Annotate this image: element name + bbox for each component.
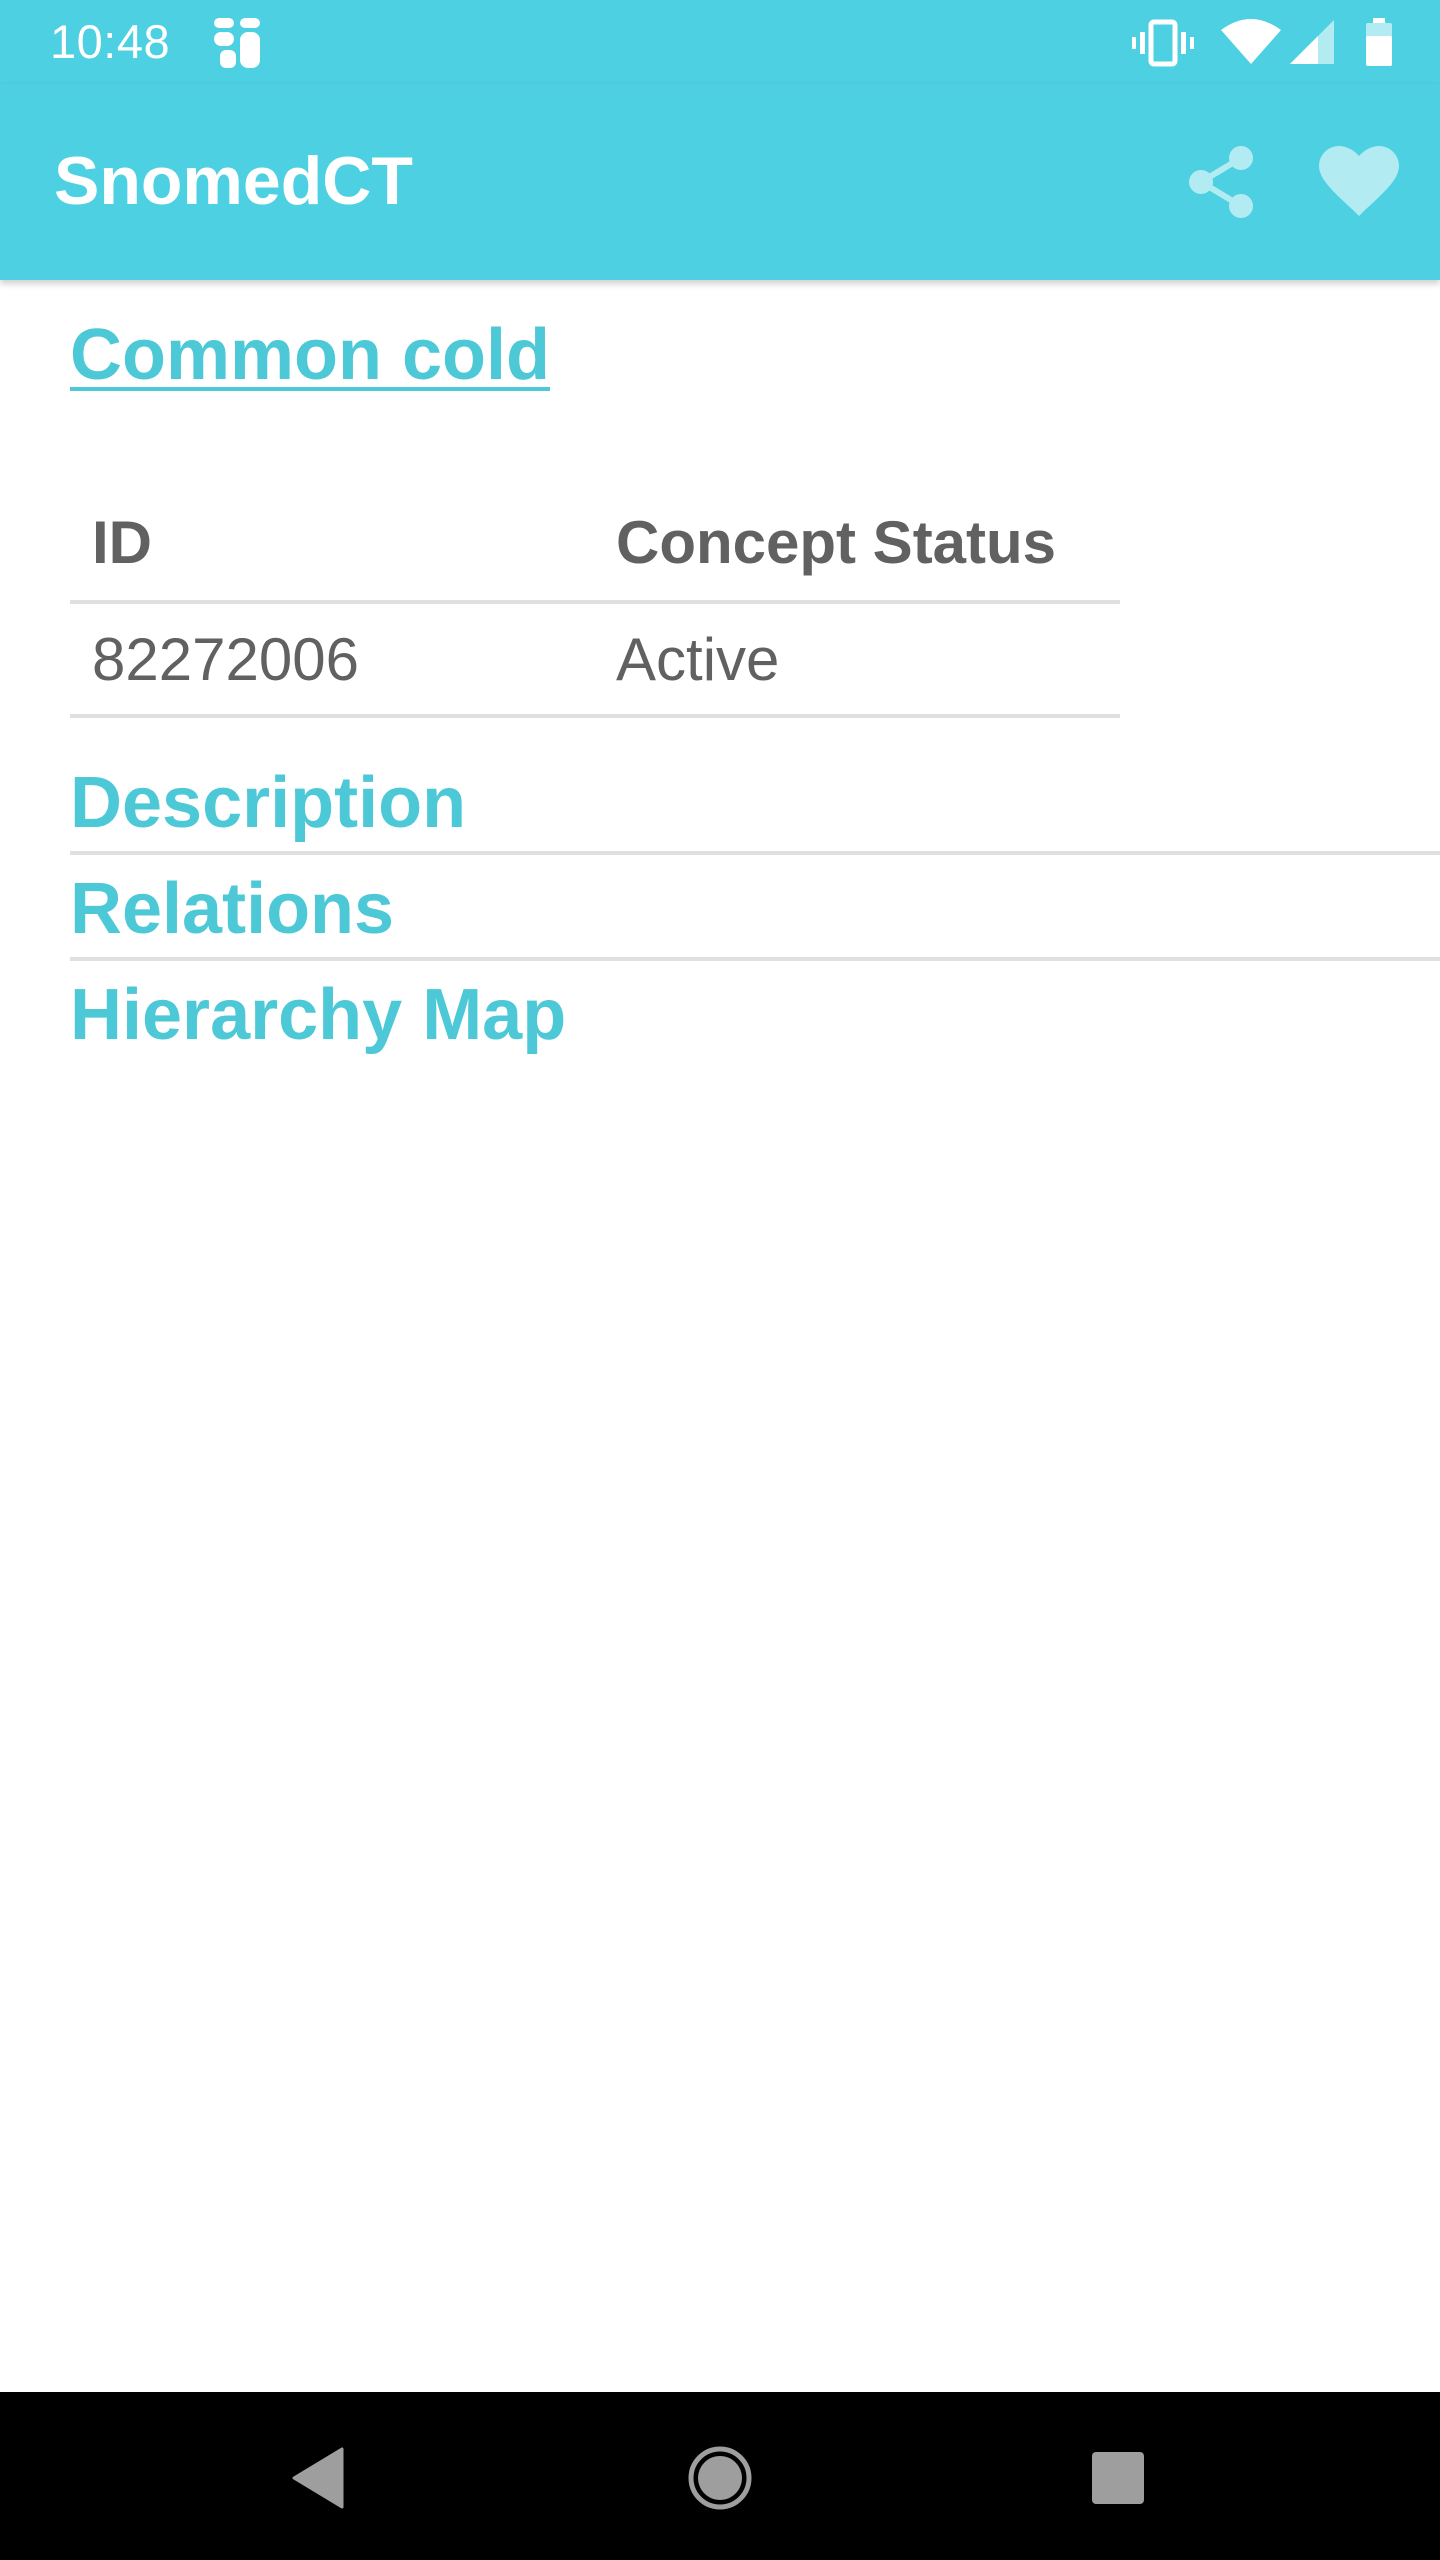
section-hierarchy-map[interactable]: Hierarchy Map: [70, 964, 1440, 1066]
navigation-bar: [0, 2392, 1440, 2560]
cell-signal-icon: [1290, 20, 1334, 64]
concept-title-link[interactable]: Common cold: [70, 314, 550, 396]
back-icon: [292, 2447, 344, 2509]
concept-id-value: 82272006: [92, 625, 359, 693]
table-header-row: ID Concept Status: [70, 485, 1120, 604]
share-button[interactable]: [1178, 139, 1264, 225]
back-button[interactable]: [268, 2428, 368, 2528]
concept-status-value: Active: [616, 625, 780, 693]
wifi-icon: [1221, 19, 1281, 64]
section-relations[interactable]: Relations: [70, 858, 1440, 961]
app-bar: SnomedCT: [0, 84, 1440, 280]
share-icon: [1189, 146, 1253, 218]
battery-icon: [1366, 18, 1392, 66]
concept-info-table: ID Concept Status 82272006 Active: [70, 485, 1120, 718]
status-time: 10:48: [50, 15, 171, 68]
home-icon: [688, 2446, 752, 2510]
section-hierarchy-map-label: Hierarchy Map: [70, 975, 567, 1055]
recents-button[interactable]: [1068, 2428, 1168, 2528]
section-description[interactable]: Description: [70, 752, 1440, 855]
favorite-button[interactable]: [1316, 139, 1402, 225]
section-relations-label: Relations: [70, 869, 395, 949]
table-row: 82272006 Active: [70, 604, 1120, 718]
home-button[interactable]: [670, 2428, 770, 2528]
status-bar: 10:48: [0, 0, 1440, 84]
screen: 10:48 SnomedCT Common cold ID Concept St…: [0, 0, 1440, 2560]
section-description-label: Description: [70, 763, 467, 843]
table-header-status: Concept Status: [616, 509, 1057, 576]
app-title: SnomedCT: [54, 143, 413, 219]
table-header-id: ID: [92, 509, 152, 576]
heart-icon: [1319, 146, 1399, 216]
vibrate-icon: [1132, 19, 1194, 67]
app-notification-icon: [212, 16, 262, 70]
recents-icon: [1092, 2452, 1144, 2504]
